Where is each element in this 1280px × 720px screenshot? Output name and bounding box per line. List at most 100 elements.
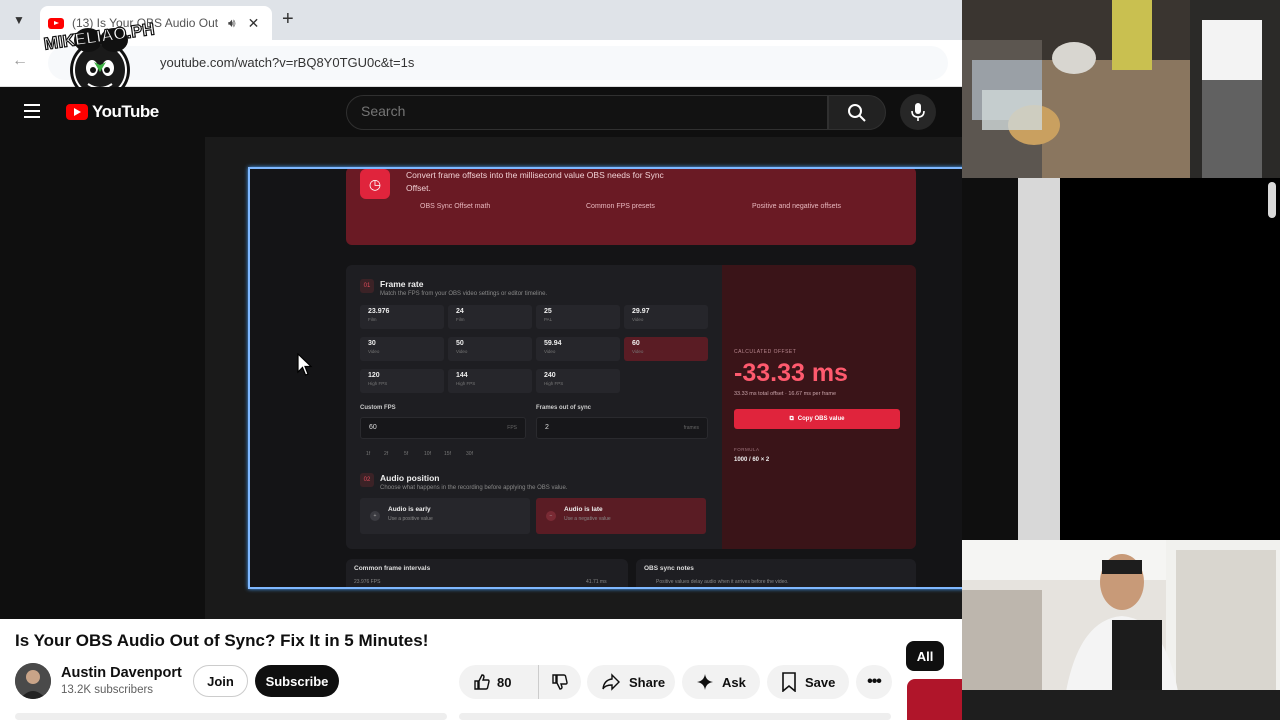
speaker-icon[interactable]: 🔊︎ [228, 16, 236, 31]
video-info: Is Your OBS Audio Out of Sync? Fix It in… [0, 619, 962, 720]
url-text: youtube.com/watch?v=rBQ8Y0TGU0c&t=1s [160, 55, 415, 70]
custom-fps-label: Custom FPS [360, 405, 396, 411]
youtube-logo-text: YouTube [92, 102, 159, 121]
fps-option[interactable]: 120 High FPS [360, 369, 444, 393]
calculated-offset-value: -33.33 ms [734, 359, 848, 387]
like-dislike-group: 80 [459, 665, 581, 699]
minus-icon: − [546, 511, 556, 521]
webcam-presenter [962, 540, 1280, 720]
join-button[interactable]: Join [193, 665, 248, 697]
share-icon [602, 673, 620, 691]
fps-option[interactable]: 23.976 Film [360, 305, 444, 329]
search-box[interactable] [346, 95, 828, 130]
fps-option[interactable]: 29.97 Video [624, 305, 708, 329]
frame-intervals-card: Common frame intervals 23.976 FPS 41.71 … [346, 559, 628, 587]
fps-option[interactable]: 59.94 Video [536, 337, 620, 361]
quick-frame-chip[interactable]: 2f [384, 451, 388, 457]
url-field[interactable]: youtube.com/watch?v=rBQ8Y0TGU0c&t=1s [48, 46, 948, 80]
fps-option[interactable]: 50 Video [448, 337, 532, 361]
video-side-strip [1018, 178, 1060, 540]
bookmark-icon [782, 672, 796, 692]
ask-button[interactable]: Ask [682, 665, 760, 699]
formula-text: 1000 / 60 × 2 [734, 457, 770, 463]
section-number: 01 [360, 279, 374, 293]
section-number: 02 [360, 473, 374, 487]
formula-label: FORMULA [734, 447, 760, 452]
fps-option[interactable]: 24 Film [448, 305, 532, 329]
audio-position-title: Audio position [380, 473, 440, 483]
fps-option-selected[interactable]: 60 Video [624, 337, 708, 361]
hero-tag: OBS Sync Offset math [420, 203, 491, 210]
frame-rate-title: Frame rate [380, 279, 424, 289]
frames-out-input[interactable]: 2 frames [536, 417, 708, 439]
thumbs-down-icon [552, 674, 568, 690]
comments-edge [459, 713, 891, 720]
quick-frame-chip[interactable]: 10f [424, 451, 431, 457]
channel-name[interactable]: Austin Davenport [61, 665, 182, 681]
quick-frame-chip[interactable]: 5f [404, 451, 408, 457]
video-player[interactable]: ◷ Convert frame offsets into the millise… [0, 137, 962, 619]
video-frame[interactable]: ◷ Convert frame offsets into the millise… [205, 137, 962, 619]
subscribe-button[interactable]: Subscribe [255, 665, 339, 697]
audio-early-option[interactable]: + Audio is early Use a positive value [360, 498, 530, 534]
voice-search-button[interactable] [900, 94, 936, 130]
more-actions-button[interactable]: ••• [856, 665, 892, 699]
back-arrow-icon[interactable]: ← [12, 52, 28, 70]
tab-search-chevron-icon[interactable]: ▼ [8, 9, 30, 31]
calculated-offset-label: CALCULATED OFFSET [734, 349, 797, 355]
youtube-logo[interactable]: YouTube [66, 102, 159, 122]
calculated-offset-card: CALCULATED OFFSET -33.33 ms 33.33 ms tot… [722, 265, 916, 549]
frames-out-label: Frames out of sync [536, 405, 592, 411]
calculator-panel: 01 Frame rate Match the FPS from your OB… [346, 265, 916, 549]
thumbs-up-icon [474, 674, 490, 690]
screen-recording: ◷ Convert frame offsets into the millise… [248, 167, 962, 589]
dislike-button[interactable] [539, 665, 581, 699]
clock-icon: ◷ [360, 169, 390, 199]
scrollbar-thumb[interactable] [1268, 182, 1276, 218]
hero-tag: Positive and negative offsets [752, 203, 841, 210]
quick-frame-chip[interactable]: 15f [444, 451, 451, 457]
audio-late-option[interactable]: − Audio is late Use a negative value [536, 498, 706, 534]
chip-all[interactable]: All [906, 641, 944, 671]
sparkle-icon [697, 674, 713, 690]
related-video-thumbnail[interactable] [907, 679, 962, 720]
quick-frame-chip[interactable]: 30f [466, 451, 473, 457]
channel-avatar[interactable] [15, 663, 51, 699]
save-button[interactable]: Save [767, 665, 849, 699]
avatar-image [15, 663, 51, 699]
like-button[interactable]: 80 [459, 665, 539, 699]
like-count: 80 [497, 674, 512, 690]
more-horizontal-icon: ••• [867, 673, 882, 690]
microphone-icon [911, 103, 925, 121]
share-button[interactable]: Share [587, 665, 675, 699]
frame-rate-subtitle: Match the FPS from your OBS video settin… [380, 291, 548, 297]
search-button[interactable] [828, 95, 886, 130]
copy-obs-value-button[interactable]: ⧉ Copy OBS value [734, 409, 900, 429]
fps-option[interactable]: 30 Video [360, 337, 444, 361]
hamburger-menu-icon[interactable] [24, 104, 40, 122]
new-tab-button[interactable]: + [282, 8, 294, 31]
close-tab-icon[interactable]: ✕ [248, 15, 260, 32]
webcam-placeholder [1060, 178, 1280, 540]
fps-option[interactable]: 144 High FPS [448, 369, 532, 393]
obs-sync-notes-card: OBS sync notes Positive values delay aud… [636, 559, 916, 587]
search-input[interactable] [361, 103, 801, 119]
hero-description: Convert frame offsets into the milliseco… [406, 170, 664, 193]
youtube-header: YouTube [0, 87, 962, 137]
plus-icon: + [370, 511, 380, 521]
calculator-inputs: 01 Frame rate Match the FPS from your OB… [346, 265, 722, 549]
hero-tag: Common FPS presets [586, 203, 655, 210]
webcam-room-view [962, 0, 1280, 178]
youtube-play-icon [66, 104, 88, 120]
audio-position-subtitle: Choose what happens in the recording bef… [380, 485, 568, 491]
copy-icon: ⧉ [789, 415, 794, 422]
fps-option[interactable]: 240 High FPS [536, 369, 620, 393]
quick-frame-chip[interactable]: 1f [366, 451, 370, 457]
fps-option[interactable]: 25 PAL [536, 305, 620, 329]
calculated-offset-detail: 33.33 ms total offset · 16.67 ms per fra… [734, 391, 837, 397]
video-title: Is Your OBS Audio Out of Sync? Fix It in… [15, 631, 429, 650]
screen: ▼ (13) Is Your OBS Audio Out of Sync 🔊︎ … [0, 0, 1280, 720]
mouse-cursor-icon [297, 353, 313, 376]
custom-fps-input[interactable]: 60 FPS [360, 417, 526, 439]
description-edge [15, 713, 447, 720]
